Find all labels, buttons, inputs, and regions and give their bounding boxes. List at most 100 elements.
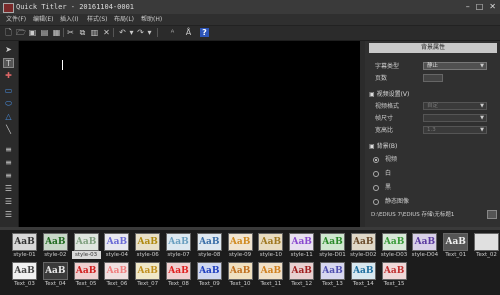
style-item[interactable]: AaB Text_15 xyxy=(381,262,409,290)
selection-tool-icon[interactable]: ➤ xyxy=(3,45,14,55)
style-item[interactable]: AaB style-02 xyxy=(42,233,70,261)
pages-label: 页数 xyxy=(375,75,388,82)
style-item[interactable]: AaB Text_12 xyxy=(289,262,316,290)
style-label: style-04 xyxy=(105,252,128,258)
style-item[interactable]: AaB Text_05 xyxy=(73,262,101,290)
title-canvas[interactable] xyxy=(19,41,360,227)
subtitle-type-select[interactable]: 静止 ▼ xyxy=(423,62,487,70)
undo-dropdown-icon[interactable]: ▾ xyxy=(127,28,136,37)
paste-icon[interactable]: ▥ xyxy=(90,28,99,37)
ellipse-tool-icon[interactable]: ⬭ xyxy=(3,99,14,109)
menu-layout[interactable]: 布局(L) xyxy=(114,15,134,24)
style-item[interactable]: AaB style-09 xyxy=(227,233,255,261)
menu-insert[interactable]: 插入(I) xyxy=(60,15,78,24)
bg-still-image-radio[interactable] xyxy=(373,199,379,205)
bg-video-radio[interactable] xyxy=(373,157,379,163)
style-item[interactable]: AaB style-11 xyxy=(289,233,316,261)
style-item[interactable]: AaB Text_03 xyxy=(12,262,39,290)
redo-dropdown-icon[interactable]: ▾ xyxy=(145,28,154,37)
style-thumbnail: AaB xyxy=(289,233,315,251)
save-as-icon[interactable]: ▤ xyxy=(40,28,49,37)
style-label: style-D01 xyxy=(319,252,346,258)
style-label: style-07 xyxy=(167,252,190,258)
style-item[interactable]: AaB Text_10 xyxy=(227,262,255,290)
style-item[interactable]: AaB style-D01 xyxy=(319,233,347,261)
triangle-tool-icon[interactable]: △ xyxy=(3,112,14,122)
maximize-button[interactable]: □ xyxy=(476,2,484,12)
menu-bar: 文件(F) 编辑(E) 插入(I) 样式(S) 布局(L) 帮助(H) xyxy=(0,14,500,26)
background-section[interactable]: ▣ 背景(B) xyxy=(369,142,397,151)
rectangle-tool-icon[interactable]: ▭ xyxy=(3,86,14,96)
cut-icon[interactable]: ✂ xyxy=(66,28,75,37)
text-tool-icon[interactable]: T xyxy=(3,58,14,68)
style-label: Text_09 xyxy=(198,281,220,287)
style-item[interactable]: AaB style-08 xyxy=(196,233,224,261)
save-icon[interactable]: ▣ xyxy=(28,28,37,37)
minimize-button[interactable]: – xyxy=(466,2,470,12)
video-format-select[interactable]: 自定 ▼ xyxy=(423,102,487,110)
image-icon[interactable]: ▦ xyxy=(52,28,61,37)
style-thumbnail: AaB xyxy=(350,233,376,251)
image-tool-icon[interactable]: ✚ xyxy=(3,71,14,81)
new-icon[interactable]: 🗋 xyxy=(4,28,13,37)
style-item[interactable]: AaB Text_04 xyxy=(42,262,70,290)
style-item[interactable]: Text_02 xyxy=(474,233,500,261)
video-settings-section[interactable]: ▣ 视频设置(V) xyxy=(369,90,409,99)
style-item[interactable]: AaB style-07 xyxy=(166,233,193,261)
line-tool-icon[interactable]: ╲ xyxy=(3,125,14,135)
style-item[interactable]: AaB Text_11 xyxy=(258,262,285,290)
title-bar: Quick Titler - 20161104-0001 – □ ✕ xyxy=(0,0,500,14)
align-left-tool-icon[interactable]: ≡ xyxy=(3,145,14,155)
pages-input[interactable] xyxy=(423,74,443,82)
frame-size-select[interactable]: ▼ xyxy=(423,114,487,122)
style-item[interactable]: AaB Text_06 xyxy=(104,262,131,290)
style-label: style-D04 xyxy=(411,252,439,258)
style-label: style-09 xyxy=(229,252,252,258)
menu-style[interactable]: 样式(S) xyxy=(87,15,108,24)
redo-icon[interactable]: ↷ xyxy=(136,28,145,37)
style-thumbnail: AaB xyxy=(73,262,99,280)
frame-size-label: 帧尺寸 xyxy=(375,115,394,122)
style-item[interactable]: AaB style-03 xyxy=(71,233,101,261)
bg-black-radio[interactable] xyxy=(373,185,379,191)
help-icon[interactable]: ? xyxy=(200,28,209,37)
browse-button[interactable] xyxy=(487,210,497,219)
style-item[interactable]: AaB Text_08 xyxy=(166,262,193,290)
style-item[interactable]: AaB style-04 xyxy=(104,233,131,261)
text-style-2-icon[interactable]: Å xyxy=(184,28,193,37)
style-label: Text_13 xyxy=(322,281,343,287)
style-thumbnail: AaB xyxy=(289,262,315,280)
style-item[interactable]: AaB Text_01 xyxy=(443,233,470,261)
style-item[interactable]: AaB style-D03 xyxy=(381,233,409,261)
style-item[interactable]: AaB style-D04 xyxy=(412,233,439,261)
menu-edit[interactable]: 编辑(E) xyxy=(33,15,53,24)
bg-white-radio[interactable] xyxy=(373,171,379,177)
style-label: style-02 xyxy=(44,252,67,258)
menu-file[interactable]: 文件(F) xyxy=(6,15,26,24)
style-item[interactable]: AaB style-06 xyxy=(135,233,162,261)
open-icon[interactable]: 🗁 xyxy=(16,28,26,37)
style-item[interactable]: AaB style-D02 xyxy=(350,233,378,261)
menu-help[interactable]: 帮助(H) xyxy=(141,15,162,24)
copy-icon[interactable]: ⧉ xyxy=(78,28,87,37)
style-item[interactable]: AaB Text_14 xyxy=(350,262,378,290)
style-item[interactable]: AaB style-01 xyxy=(12,233,39,261)
style-thumbnail: AaB xyxy=(166,262,191,280)
style-item[interactable]: AaB Text_13 xyxy=(320,262,347,290)
window-title: Quick Titler - 20161104-0001 xyxy=(16,3,135,11)
align-middle-tool-icon[interactable]: ☰ xyxy=(3,197,14,207)
align-top-tool-icon[interactable]: ☰ xyxy=(3,184,14,194)
align-center-tool-icon[interactable]: ≡ xyxy=(3,158,14,168)
delete-icon[interactable]: ✕ xyxy=(102,28,111,37)
align-right-tool-icon[interactable]: ≡ xyxy=(3,171,14,181)
style-item[interactable]: AaB Text_09 xyxy=(196,262,224,290)
aspect-label: 宽高比 xyxy=(375,127,394,134)
align-bottom-tool-icon[interactable]: ☰ xyxy=(3,210,14,220)
aspect-select[interactable]: 1.3 ▼ xyxy=(423,126,487,134)
style-thumbnail: AaB xyxy=(12,262,37,280)
close-button[interactable]: ✕ xyxy=(489,2,496,12)
style-item[interactable]: AaB Text_07 xyxy=(135,262,162,290)
text-style-icon[interactable]: ᴬ xyxy=(168,28,177,37)
style-item[interactable]: AaB style-10 xyxy=(258,233,285,261)
undo-icon[interactable]: ↶ xyxy=(118,28,127,37)
